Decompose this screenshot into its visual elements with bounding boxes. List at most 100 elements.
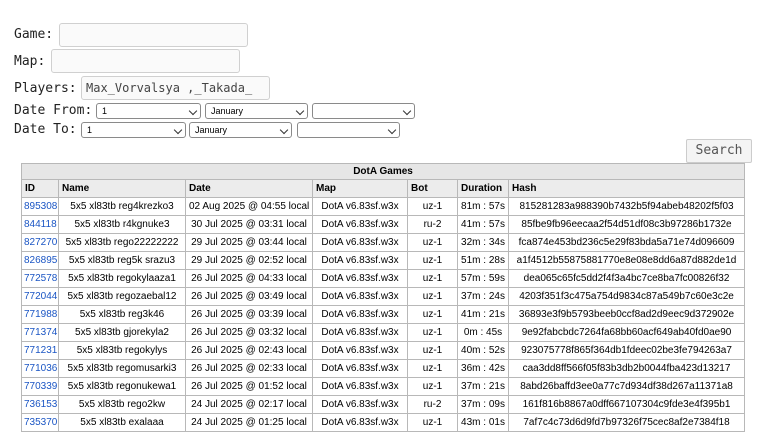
cell-name: 5x5 xl83tb reg4krezko3 [58,197,186,216]
cell-duration: 51m : 28s [457,251,509,270]
date-from-day-select[interactable]: 1 [96,103,201,119]
game-id-link[interactable]: 844118 [24,219,57,230]
cell-hash: 161f816b8867a0dff667107304c9fde3e4f395b1 [507,395,746,414]
cell-date: 26 Jul 2025 @ 02:33 local [185,359,313,378]
cell-id: 771231 [21,341,59,360]
game-id-link[interactable]: 736153 [24,399,57,410]
date-from-month-value: January [211,106,244,116]
cell-name: 5x5 xl83tb exalaaa [58,413,186,432]
cell-duration: 81m : 57s [457,197,509,216]
column-header-hash[interactable]: Hash [507,179,746,198]
cell-hash: caa3dd8ff566f05f83b3db2b0044fba423d13217 [507,359,746,378]
column-header-name[interactable]: Name [58,179,186,198]
date-to-day-select[interactable]: 1 [81,122,186,138]
cell-date: 24 Jul 2025 @ 02:17 local [185,395,313,414]
game-id-link[interactable]: 771231 [24,345,57,356]
game-id-link[interactable]: 895308 [24,201,57,212]
column-header-id[interactable]: ID [21,179,59,198]
cell-id: 771036 [21,359,59,378]
cell-name: 5x5 xl83tb rego22222222 [58,233,186,252]
cell-hash: 923075778f865f364db1fdeec02be3fe794263a7 [507,341,746,360]
column-header-duration[interactable]: Duration [457,179,509,198]
cell-name: 5x5 xl83tb reg3k46 [58,305,186,324]
game-id-link[interactable]: 772044 [24,291,57,302]
cell-id: 772578 [21,269,59,288]
game-id-link[interactable]: 735370 [24,417,57,428]
cell-duration: 41m : 57s [457,215,509,234]
cell-map: DotA v6.83sf.w3x [312,197,408,216]
table-row: 770339 5x5 xl83tb regonukewa1 26 Jul 2025 … [21,377,746,396]
table-row: 772044 5x5 xl83tb regozaebal12 26 Jul 2025… [21,287,746,306]
chevron-down-icon [188,106,198,116]
game-id-link[interactable]: 772578 [24,273,57,284]
date-to-month-value: January [195,125,228,135]
game-id-link[interactable]: 827270 [24,237,57,248]
cell-bot: uz-1 [407,377,458,396]
column-header-map[interactable]: Map [312,179,408,198]
cell-duration: 36m : 42s [457,359,509,378]
cell-hash: a1f4512b55875881770e8e08e8dd6a87d882de1d [507,251,746,270]
cell-map: DotA v6.83sf.w3x [312,305,408,324]
game-id-link[interactable]: 770339 [24,381,57,392]
cell-hash: 8abd26baffd3ee0a77c7d934df38d267a11371a8 [507,377,746,396]
cell-date: 26 Jul 2025 @ 03:39 local [185,305,313,324]
game-label: Game: [14,27,54,42]
date-to-year-select[interactable] [297,122,400,138]
column-header-date[interactable]: Date [185,179,313,198]
date-from-year-select[interactable] [312,103,415,119]
cell-name: 5x5 xl83tb regokylaaza1 [58,269,186,288]
cell-duration: 57m : 59s [457,269,509,288]
game-id-link[interactable]: 771036 [24,363,57,374]
date-to-month-select[interactable]: January [189,122,292,138]
game-input[interactable] [59,23,248,47]
cell-date: 02 Aug 2025 @ 04:55 local [185,197,313,216]
cell-date: 26 Jul 2025 @ 01:52 local [185,377,313,396]
cell-date: 30 Jul 2025 @ 03:31 local [185,215,313,234]
table-row: 895308 5x5 xl83tb reg4krezko3 02 Aug 2025 … [21,197,746,216]
cell-duration: 37m : 21s [457,377,509,396]
cell-date: 26 Jul 2025 @ 03:49 local [185,287,313,306]
game-id-link[interactable]: 771374 [24,327,57,338]
table-row: 736153 5x5 xl83tb rego2kw 24 Jul 2025 @ 02… [21,395,746,414]
cell-duration: 32m : 34s [457,233,509,252]
chevron-down-icon [295,106,305,116]
players-input[interactable] [81,76,270,100]
cell-id: 771988 [21,305,59,324]
cell-map: DotA v6.83sf.w3x [312,341,408,360]
date-from-month-select[interactable]: January [205,103,308,119]
game-id-link[interactable]: 771988 [24,309,57,320]
cell-map: DotA v6.83sf.w3x [312,287,408,306]
chevron-down-icon [173,125,183,135]
cell-duration: 43m : 01s [457,413,509,432]
date-to-label: Date To: [14,122,77,137]
cell-hash: 9e92fabcbdc7264fa68bb60acf649ab40fd0ae90 [507,323,746,342]
map-input[interactable] [51,49,240,73]
players-label: Players: [14,81,77,96]
cell-id: 772044 [21,287,59,306]
table-header-row: ID Name Date Map Bot Duration Hash [21,179,746,198]
cell-hash: fca874e453bd236c5e29f83bda5a71e74d096609 [507,233,746,252]
cell-bot: uz-1 [407,359,458,378]
cell-name: 5x5 xl83tb regokylys [58,341,186,360]
column-header-bot[interactable]: Bot [407,179,458,198]
map-label: Map: [14,54,46,69]
cell-hash: 815281283a988390b7432b5f94abeb48202f5f03 [507,197,746,216]
cell-name: 5x5 xl83tb rego2kw [58,395,186,414]
cell-id: 770339 [21,377,59,396]
table-caption: DotA Games [20,163,746,180]
cell-id: 895308 [21,197,59,216]
cell-bot: uz-1 [407,341,458,360]
table-row: 771231 5x5 xl83tb regokylys 26 Jul 2025 @ … [21,341,746,360]
cell-map: DotA v6.83sf.w3x [312,269,408,288]
cell-name: 5x5 xl83tb regonukewa1 [58,377,186,396]
games-table: DotA Games ID Name Date Map Bot Duration… [20,163,746,432]
cell-bot: uz-1 [407,197,458,216]
chevron-down-icon [402,106,412,116]
search-button[interactable]: Search [686,139,752,163]
cell-id: 826895 [21,251,59,270]
cell-duration: 37m : 24s [457,287,509,306]
cell-name: 5x5 xl83tb regomusarki3 [58,359,186,378]
cell-name: 5x5 xl83tb regozaebal12 [58,287,186,306]
game-id-link[interactable]: 826895 [24,255,57,266]
cell-date: 26 Jul 2025 @ 03:32 local [185,323,313,342]
